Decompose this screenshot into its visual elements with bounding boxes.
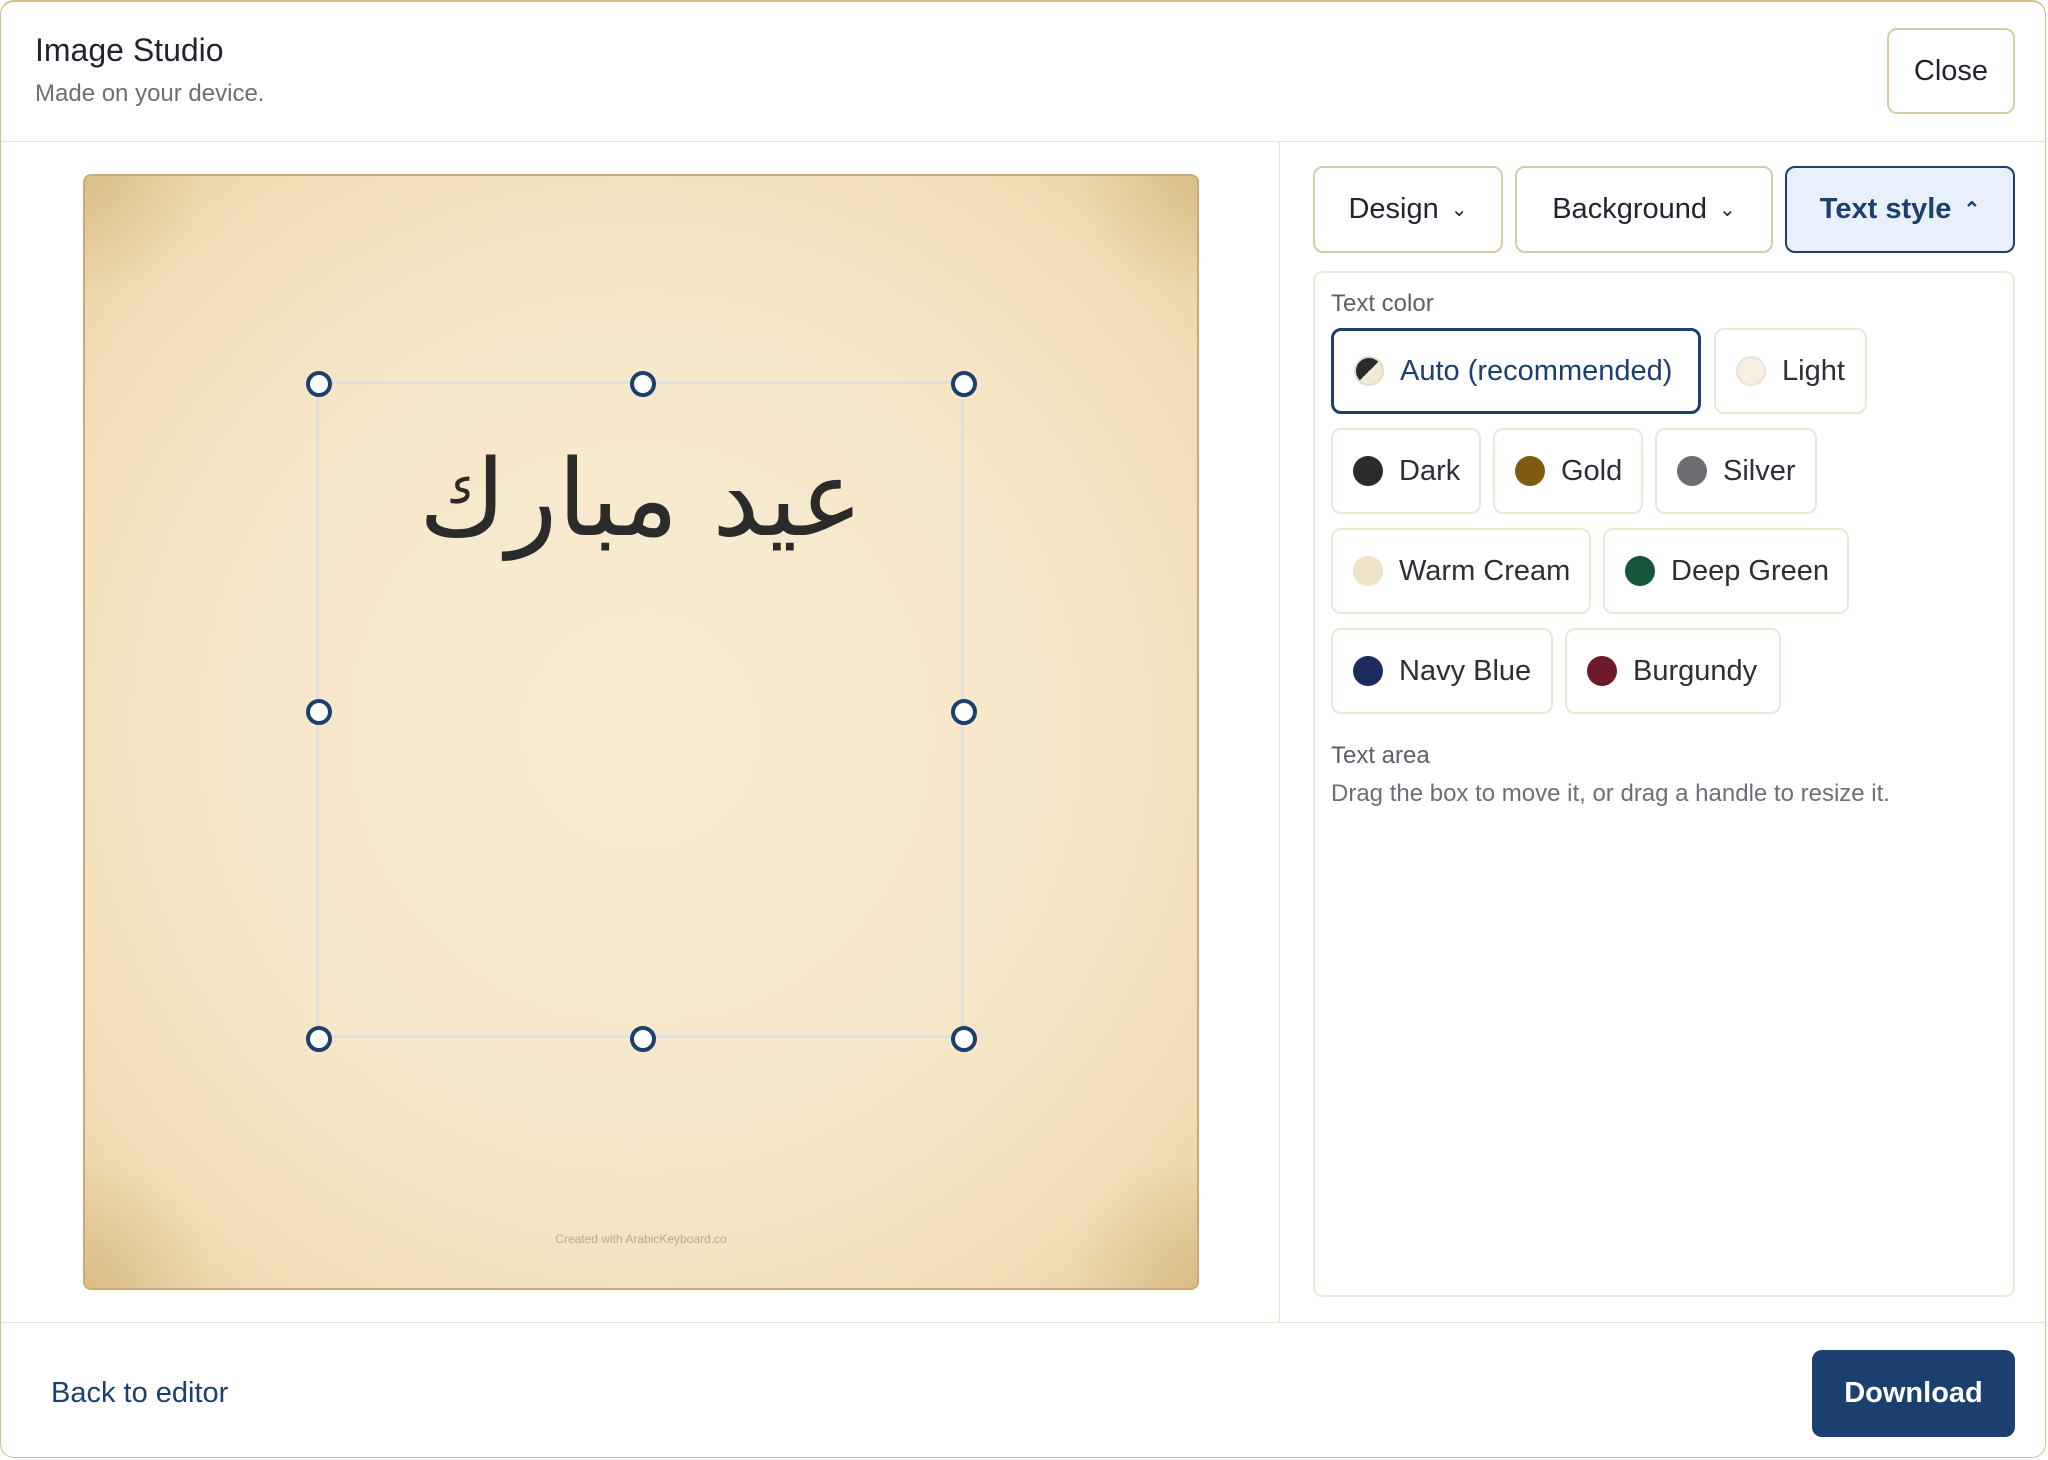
tab-design-label: Design <box>1348 193 1439 225</box>
tab-design[interactable]: Design ⌄ <box>1313 166 1503 253</box>
color-option-label: Warm Cream <box>1399 554 1571 587</box>
resize-handle-top-right[interactable] <box>951 371 977 397</box>
text-color-label: Text color <box>1331 290 1434 317</box>
warm-cream-swatch-icon <box>1353 556 1383 586</box>
color-option-label: Burgundy <box>1633 654 1758 687</box>
color-option-label: Gold <box>1561 454 1623 487</box>
chevron-up-icon: ⌃ <box>1963 199 1981 221</box>
dialog-header: Image Studio Made on your device. Close <box>1 2 2045 142</box>
text-area-box[interactable] <box>306 371 977 1052</box>
auto-color-icon <box>1354 356 1384 386</box>
tab-background[interactable]: Background ⌄ <box>1515 166 1773 253</box>
resize-handle-right[interactable] <box>951 699 977 725</box>
resize-handle-bottom-right[interactable] <box>951 1026 977 1052</box>
image-canvas: عيد مبارك Created with ArabicKeyboard.co <box>83 174 1199 1290</box>
color-option-silver[interactable]: Silver <box>1655 428 1817 514</box>
burgundy-swatch-icon <box>1587 656 1617 686</box>
light-swatch-icon <box>1736 356 1766 386</box>
watermark-text: Created with ArabicKeyboard.co <box>555 1232 727 1246</box>
dialog-footer: Back to editor Download <box>1 1322 2045 1457</box>
color-option-label: Dark <box>1399 454 1461 487</box>
dialog-title: Image Studio <box>35 32 224 68</box>
resize-handle-bottom[interactable] <box>630 1026 656 1052</box>
color-option-auto[interactable]: Auto (recommended) <box>1331 328 1701 414</box>
preview-column: عيد مبارك Created with ArabicKeyboard.co <box>1 142 1280 1322</box>
chevron-down-icon: ⌄ <box>1450 199 1468 221</box>
color-option-navy-blue[interactable]: Navy Blue <box>1331 628 1553 714</box>
color-option-label: Light <box>1782 354 1845 387</box>
color-option-warm-cream[interactable]: Warm Cream <box>1331 528 1591 614</box>
resize-handle-left[interactable] <box>306 699 332 725</box>
color-option-gold[interactable]: Gold <box>1493 428 1643 514</box>
chevron-down-icon: ⌄ <box>1719 199 1736 221</box>
text-area-hint: Drag the box to move it, or drag a handl… <box>1331 780 1890 807</box>
color-option-label: Navy Blue <box>1399 654 1532 687</box>
color-option-deep-green[interactable]: Deep Green <box>1603 528 1849 614</box>
resize-handle-bottom-left[interactable] <box>306 1026 332 1052</box>
color-option-light[interactable]: Light <box>1714 328 1867 414</box>
back-to-editor-link[interactable]: Back to editor <box>51 1377 228 1410</box>
close-button[interactable]: Close <box>1887 28 2015 114</box>
tab-text-style-label: Text style <box>1819 193 1952 225</box>
color-option-burgundy[interactable]: Burgundy <box>1565 628 1781 714</box>
deep-green-swatch-icon <box>1625 556 1655 586</box>
color-option-label: Auto (recommended) <box>1400 354 1673 387</box>
navy-blue-swatch-icon <box>1353 656 1383 686</box>
image-studio-dialog: Image Studio Made on your device. Close … <box>0 0 2046 1458</box>
tab-text-style[interactable]: Text style ⌃ <box>1785 166 2015 253</box>
text-area-label: Text area <box>1331 742 1430 769</box>
color-option-label: Silver <box>1723 454 1796 487</box>
color-option-dark[interactable]: Dark <box>1331 428 1481 514</box>
resize-handle-top[interactable] <box>630 371 656 397</box>
download-button[interactable]: Download <box>1812 1350 2015 1437</box>
gold-swatch-icon <box>1515 456 1545 486</box>
color-option-label: Deep Green <box>1671 554 1829 587</box>
silver-swatch-icon <box>1677 456 1707 486</box>
dark-swatch-icon <box>1353 456 1383 486</box>
dialog-subtitle: Made on your device. <box>35 80 265 107</box>
tab-background-label: Background <box>1552 193 1707 225</box>
resize-handle-top-left[interactable] <box>306 371 332 397</box>
